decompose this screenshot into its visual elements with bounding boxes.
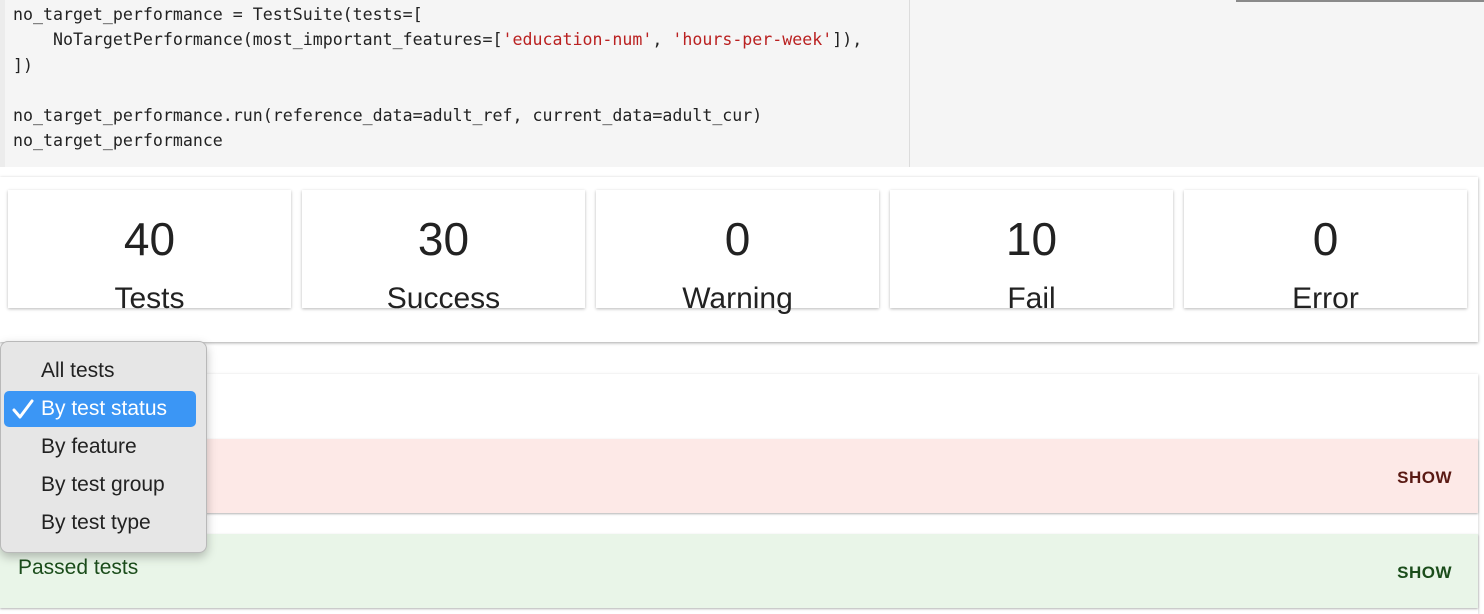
summary-value: 0: [1312, 213, 1339, 265]
summary-label: Fail: [1007, 282, 1056, 315]
code-line-2: NoTargetPerformance(most_important_featu…: [13, 30, 863, 50]
code-cell[interactable]: no_target_performance = TestSuite(tests=…: [0, 0, 1484, 167]
passed-tests-title: Passed tests: [18, 556, 139, 579]
cell-gutter: [0, 0, 5, 167]
toolbar-edge: [1236, 0, 1484, 2]
summary-label: Error: [1292, 282, 1359, 315]
show-failed-button[interactable]: SHOW: [1397, 468, 1452, 488]
code-line-3: ]): [13, 55, 33, 75]
code-line-6: no_target_performance: [13, 131, 223, 151]
summary-card-error: 0 Error: [1184, 190, 1467, 315]
menu-item-by-test-status[interactable]: By test status: [4, 391, 196, 427]
summary-value: 40: [123, 213, 176, 265]
summary-card-warning: 0 Warning: [596, 190, 879, 315]
passed-tests-group[interactable]: Passed tests SHOW: [0, 534, 1478, 608]
checkmark-icon: [12, 398, 34, 426]
summary-value: 30: [417, 213, 470, 265]
summary-card-success: 30 Success: [302, 190, 585, 315]
summary-label: Warning: [682, 282, 793, 315]
summary-value: 10: [1005, 213, 1058, 265]
summary-label: Tests: [114, 282, 185, 315]
code-divider: [909, 0, 910, 167]
grouping-dropdown-menu[interactable]: All tests By test status By feature By t…: [0, 341, 207, 553]
test-groups-list: SHOW Passed tests SHOW: [0, 374, 1478, 614]
failed-tests-group[interactable]: SHOW: [0, 439, 1478, 513]
menu-item-by-test-group[interactable]: By test group: [4, 467, 196, 503]
code-line-1: no_target_performance = TestSuite(tests=…: [13, 5, 423, 24]
summary-value: 0: [724, 213, 751, 265]
menu-item-all-tests[interactable]: All tests: [4, 353, 196, 389]
show-passed-button[interactable]: SHOW: [1397, 563, 1452, 583]
summary-card-fail: 10 Fail: [890, 190, 1173, 315]
menu-item-by-feature[interactable]: By feature: [4, 429, 196, 465]
menu-item-by-test-type[interactable]: By test type: [4, 505, 196, 541]
code-editor[interactable]: no_target_performance = TestSuite(tests=…: [13, 2, 862, 154]
summary-label: Success: [386, 282, 501, 315]
code-line-5: no_target_performance.run(reference_data…: [13, 106, 763, 126]
test-summary-panel: 40 Tests 30 Success 0 Warning 10 Fail 0 …: [0, 177, 1478, 342]
summary-card-tests: 40 Tests: [8, 190, 291, 315]
